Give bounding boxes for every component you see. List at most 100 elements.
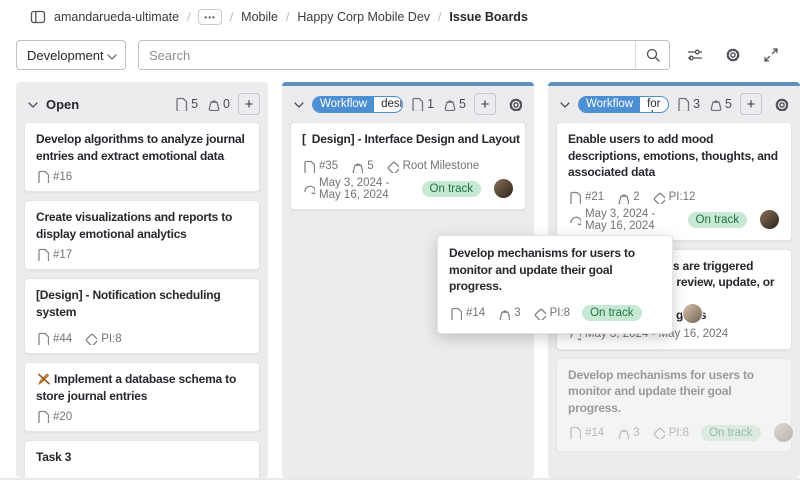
- avatar: [682, 303, 703, 324]
- card-weight: 5: [350, 160, 373, 173]
- milestone: Root Milestone: [386, 160, 480, 173]
- issue-icon: [36, 410, 49, 423]
- health-status-badge: On track: [701, 425, 760, 441]
- avatar: [773, 422, 794, 443]
- issue-card[interactable]: Task 3 #38 PI:7 May 3, 2024 - May 16, 20…: [24, 440, 260, 478]
- card-title: Task 3: [36, 449, 248, 466]
- column-card-list: Develop algorithms to analyze journal en…: [16, 122, 268, 478]
- issue-ref: #14: [449, 307, 485, 320]
- fullscreen-button[interactable]: [758, 42, 784, 68]
- iteration-dates: May 3, 2024 - May 16, 2024: [302, 177, 410, 201]
- scoped-label[interactable]: Workflow Ready for dev: [578, 96, 669, 113]
- issue-icon: [449, 307, 462, 320]
- milestone-diamond-icon: [386, 160, 399, 173]
- expand-icon: [763, 47, 779, 63]
- weight-icon: [350, 160, 363, 173]
- breadcrumb-separator: /: [286, 10, 289, 24]
- issue-card[interactable]: [Design] - Notification scheduling syste…: [24, 278, 260, 354]
- card-weight: 2: [616, 191, 639, 204]
- iteration-icon: [302, 182, 315, 195]
- page-bottom-divider: [0, 478, 800, 480]
- issue-ref: #21: [568, 191, 604, 204]
- column-settings-button[interactable]: [504, 93, 526, 115]
- milestone-diamond-icon: [652, 191, 665, 204]
- board-select-value: Development: [27, 48, 104, 63]
- issue-board-page: amandarueda-ultimate / ••• / Mobile / Ha…: [0, 0, 800, 486]
- milestone: PI:8: [652, 426, 689, 439]
- gear-icon: [725, 47, 741, 63]
- milestone-diamond-icon: [84, 332, 97, 345]
- column-weight-count: 5: [442, 97, 466, 111]
- card-title: Develop mechanisms for users to monitor …: [568, 367, 780, 417]
- issue-icon: [174, 97, 188, 111]
- issue-card[interactable]: Enable users to add mood descriptions, e…: [556, 122, 792, 241]
- avatar: [493, 178, 514, 199]
- sidebar-toggle-icon[interactable]: [30, 9, 46, 25]
- column-header: Open 5 0 +: [16, 86, 268, 122]
- sliders-icon: [687, 47, 703, 63]
- gear-icon: [508, 97, 522, 111]
- column-weight-count: 0: [206, 97, 230, 111]
- card-weight: 3: [616, 426, 639, 439]
- issue-card[interactable]: [Design] - Interface Design and Layout #…: [290, 122, 526, 210]
- issue-icon: [568, 426, 581, 439]
- breadcrumb-separator: /: [230, 10, 233, 24]
- dragged-card[interactable]: Develop mechanisms for users to monitor …: [437, 235, 673, 334]
- iteration-icon: [568, 213, 581, 226]
- card-title: Develop algorithms to analyze journal en…: [36, 131, 248, 164]
- column-settings-button[interactable]: [770, 93, 792, 115]
- column-header: Workflow design 1 5 +: [282, 86, 534, 122]
- card-title: [Design] - Notification scheduling syste…: [36, 287, 248, 320]
- search-button[interactable]: [635, 41, 669, 69]
- brush-slash-icon: [36, 371, 50, 385]
- search-box: [138, 40, 670, 70]
- breadcrumb-project[interactable]: amandarueda-ultimate: [54, 10, 179, 24]
- issue-icon: [36, 170, 49, 183]
- column-weight-count: 5: [708, 97, 732, 111]
- scoped-label[interactable]: Workflow design: [312, 96, 403, 113]
- card-title: Create visualizations and reports to dis…: [36, 209, 248, 242]
- weight-icon: [497, 307, 510, 320]
- issue-icon: [36, 248, 49, 261]
- board-toolbar: Development: [16, 40, 784, 70]
- issue-card[interactable]: Develop algorithms to analyze journal en…: [24, 122, 260, 192]
- iteration-dates: May 3, 2024 - May 16, 2024: [568, 208, 676, 232]
- add-issue-button[interactable]: +: [740, 93, 762, 115]
- column-issue-count: 5: [174, 97, 198, 111]
- issue-icon: [36, 332, 49, 345]
- collapse-column-button[interactable]: [557, 97, 571, 111]
- assignee-avatars: [773, 422, 794, 443]
- card-title: Develop mechanisms for users to monitor …: [449, 245, 661, 295]
- board-select-dropdown[interactable]: Development: [16, 40, 126, 70]
- breadcrumb-separator: /: [187, 10, 190, 24]
- gear-icon: [774, 97, 788, 111]
- breadcrumb-ellipsis-button[interactable]: •••: [198, 9, 221, 25]
- milestone-diamond-icon: [533, 307, 546, 320]
- search-input[interactable]: [139, 41, 635, 69]
- add-issue-button[interactable]: +: [474, 93, 496, 115]
- health-status-badge: On track: [422, 181, 481, 197]
- add-issue-button[interactable]: +: [238, 93, 260, 115]
- breadcrumb: amandarueda-ultimate / ••• / Mobile / Ha…: [0, 0, 800, 34]
- collapse-column-button[interactable]: [291, 97, 305, 111]
- issue-card-ghost: Develop mechanisms for users to monitor …: [556, 358, 792, 453]
- board-config-button[interactable]: [720, 42, 746, 68]
- weight-icon: [206, 97, 220, 111]
- breadcrumb-item-mobile[interactable]: Mobile: [241, 10, 278, 24]
- issue-icon: [568, 191, 581, 204]
- weight-icon: [708, 97, 722, 111]
- board-column-open: Open 5 0 + Develop algorithms to analyze…: [16, 82, 268, 478]
- assignee-avatars: [682, 303, 703, 324]
- milestone: PI:8: [84, 332, 121, 345]
- card-title: Enable users to add mood descriptions, e…: [568, 131, 780, 181]
- issue-ref: #44: [36, 332, 72, 345]
- issue-ref: #17: [36, 248, 72, 261]
- breadcrumb-current: Issue Boards: [449, 10, 528, 24]
- issue-card[interactable]: Implement a database schema to store jou…: [24, 362, 260, 432]
- issue-icon: [302, 160, 315, 173]
- issue-card[interactable]: Create visualizations and reports to dis…: [24, 200, 260, 270]
- search-icon: [645, 47, 661, 63]
- breadcrumb-item-project[interactable]: Happy Corp Mobile Dev: [297, 10, 430, 24]
- filter-settings-button[interactable]: [682, 42, 708, 68]
- collapse-column-button[interactable]: [25, 97, 39, 111]
